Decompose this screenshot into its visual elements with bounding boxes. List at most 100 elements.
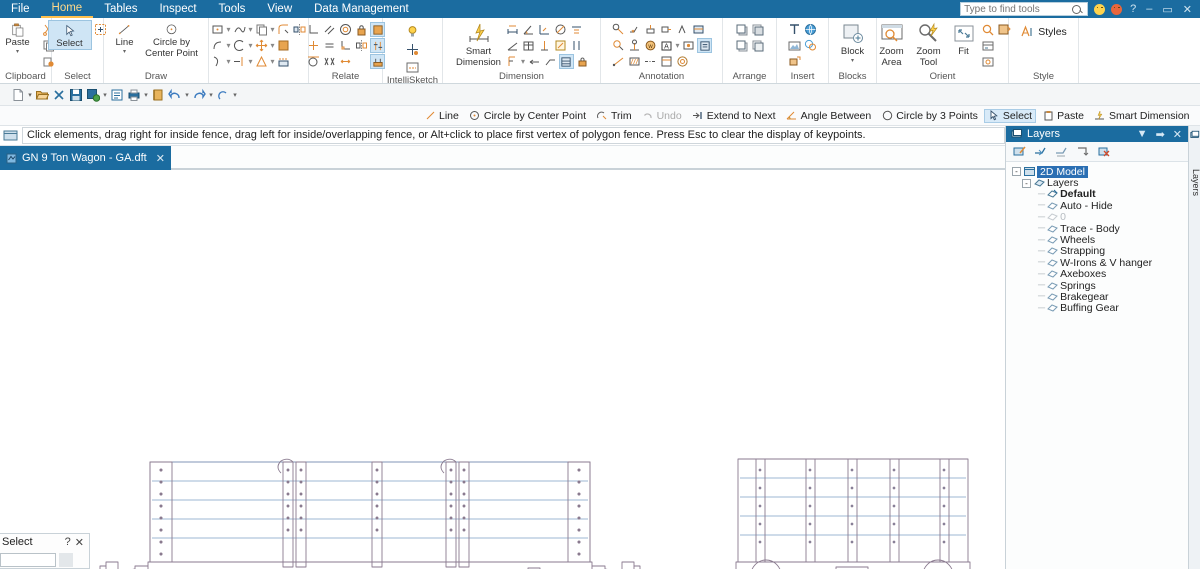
undo-dropdown-icon[interactable]: ▾ <box>184 91 190 99</box>
bring-forward-icon[interactable] <box>734 38 749 53</box>
zoom-area-button[interactable]: Zoom Area <box>874 20 910 68</box>
cmd-paste[interactable]: Paste <box>1038 109 1088 123</box>
dimension-prefix-icon[interactable] <box>505 54 520 69</box>
hatch-icon[interactable] <box>627 54 642 69</box>
cmd-line[interactable]: Line <box>420 109 463 123</box>
close-document-icon[interactable] <box>51 87 67 103</box>
layers-pin-button[interactable]: ➡ <box>1154 128 1167 141</box>
dimension-lock-icon[interactable] <box>575 54 590 69</box>
copy-entity-icon[interactable] <box>254 22 269 37</box>
move-to-layer-icon[interactable] <box>1074 144 1090 160</box>
block-dropdown-icon[interactable]: ▾ <box>851 57 854 64</box>
draw-sep-8[interactable]: ▾ <box>248 54 253 69</box>
angular-dimension-icon[interactable] <box>505 38 520 53</box>
cmd-circle-3-points[interactable]: Circle by 3 Points <box>877 109 982 123</box>
layer-label-springs[interactable]: Springs <box>1060 280 1096 292</box>
menu-item-view[interactable]: View <box>256 0 303 18</box>
layer-item-strapping[interactable]: ─ Strapping <box>1012 245 1188 257</box>
parts-list-icon[interactable] <box>659 54 674 69</box>
mirror-icon[interactable] <box>292 22 307 37</box>
new-document-icon[interactable] <box>10 87 26 103</box>
coordinate-dimension-icon[interactable] <box>537 22 552 37</box>
layer-item-axeboxes[interactable]: ─ Axeboxes <box>1012 268 1188 280</box>
line-dropdown-icon[interactable]: ▾ <box>123 48 126 55</box>
feedback-sad-icon[interactable] <box>1111 3 1123 15</box>
text-box-icon[interactable]: A <box>659 38 674 53</box>
new-document-dropdown-icon[interactable]: ▾ <box>27 91 33 99</box>
styles-button[interactable]: Styles <box>1020 24 1067 39</box>
layer-label-buffing-gear[interactable]: Buffing Gear <box>1060 302 1119 314</box>
menu-item-file[interactable]: File <box>0 0 41 18</box>
layers-filter-button[interactable]: ▼ <box>1135 128 1150 140</box>
side-layers-icon[interactable] <box>1189 126 1200 143</box>
cmd-select[interactable]: Select <box>983 108 1037 123</box>
dimension-pair-icon[interactable] <box>569 38 584 53</box>
select-panel-field[interactable] <box>0 553 56 567</box>
layers-close-button[interactable]: ✕ <box>1171 128 1184 141</box>
circle-center-button[interactable]: Circle by Center Point <box>141 20 203 59</box>
datum-frame-icon[interactable] <box>643 22 658 37</box>
center-mark-icon[interactable] <box>681 38 696 53</box>
cmd-extend-to-next[interactable]: Extend to Next <box>688 109 780 123</box>
layer-item-w-irons[interactable]: ─ W-Irons & V hanger <box>1012 257 1188 269</box>
cmd-trim[interactable]: Trim <box>592 109 636 123</box>
draw-sep-3[interactable]: ▾ <box>270 22 275 37</box>
layer-item-springs[interactable]: ─ Springs <box>1012 280 1188 292</box>
draw-sep-4[interactable]: ▾ <box>226 38 231 53</box>
paste-button[interactable]: Paste ▾ <box>0 20 40 55</box>
layer-label-trace-body[interactable]: Trace - Body <box>1060 223 1120 235</box>
cmd-circle-center[interactable]: Circle by Center Point <box>465 109 590 123</box>
balloon-icon[interactable] <box>611 22 626 37</box>
dimension-arrow-icon[interactable] <box>527 54 542 69</box>
menu-item-inspect[interactable]: Inspect <box>148 0 207 18</box>
move-icon[interactable] <box>254 38 269 53</box>
tree-label-layers[interactable]: Layers <box>1047 177 1079 189</box>
insert-text-icon[interactable] <box>787 22 802 37</box>
lock-icon[interactable] <box>354 22 369 37</box>
layer-item-wheels[interactable]: ─ Wheels <box>1012 234 1188 246</box>
layer-label-w-irons[interactable]: W-Irons & V hanger <box>1060 257 1152 269</box>
tree-label-2d-model[interactable]: 2D Model <box>1037 165 1088 178</box>
weld-annotation-icon[interactable]: w <box>643 38 658 53</box>
print-preview-icon[interactable] <box>109 87 125 103</box>
spline-icon[interactable] <box>210 54 225 69</box>
maximize-button[interactable]: ▭ <box>1160 3 1174 16</box>
distance-between-icon[interactable] <box>505 22 520 37</box>
side-tab-layers[interactable]: Layers <box>1189 169 1200 196</box>
menu-item-tables[interactable]: Tables <box>93 0 148 18</box>
undo-icon[interactable] <box>167 87 183 103</box>
named-view-icon[interactable] <box>981 54 996 69</box>
layer-item-zero[interactable]: ─ 0 <box>1012 211 1188 223</box>
cmd-smart-dimension[interactable]: Smart Dimension <box>1090 109 1194 123</box>
connect-icon[interactable] <box>306 22 321 37</box>
help-button[interactable]: ? <box>1128 3 1138 15</box>
dimension-style-icon[interactable] <box>553 38 568 53</box>
equal-icon[interactable] <box>322 38 337 53</box>
intellisketch-options-icon[interactable] <box>405 23 421 39</box>
rigid-set-icon[interactable] <box>338 54 353 69</box>
paste-dropdown-icon[interactable]: ▾ <box>16 48 19 55</box>
chamfer-icon[interactable] <box>254 54 269 69</box>
redo-icon[interactable] <box>191 87 207 103</box>
curve-icon[interactable] <box>232 22 247 37</box>
intellisketch-points-icon[interactable] <box>405 41 421 57</box>
dimension-leader-icon[interactable] <box>543 54 558 69</box>
insert-image-icon[interactable] <box>787 38 802 53</box>
bring-to-front-icon[interactable] <box>734 22 749 37</box>
previous-view-icon[interactable] <box>981 38 996 53</box>
select-panel-help-button[interactable]: ? <box>63 536 73 548</box>
insert-hyperlink-icon[interactable] <box>803 22 818 37</box>
annotation-properties-icon[interactable] <box>697 38 712 53</box>
expander-layers[interactable]: - <box>1022 178 1031 188</box>
select-panel-close-button[interactable]: ✕ <box>73 536 86 549</box>
zoom-tool-button[interactable]: Zoom Tool <box>911 20 947 68</box>
chamfer-dimension-icon[interactable] <box>569 22 584 37</box>
menu-item-home[interactable]: Home <box>40 0 94 18</box>
send-to-back-icon[interactable] <box>750 22 765 37</box>
connector-icon[interactable] <box>611 54 626 69</box>
tree-node-layers[interactable]: - Layers <box>1012 177 1188 189</box>
send-backward-icon[interactable] <box>750 38 765 53</box>
save-icon[interactable] <box>68 87 84 103</box>
callout-icon[interactable] <box>611 38 626 53</box>
insert-component-icon[interactable] <box>787 54 802 69</box>
